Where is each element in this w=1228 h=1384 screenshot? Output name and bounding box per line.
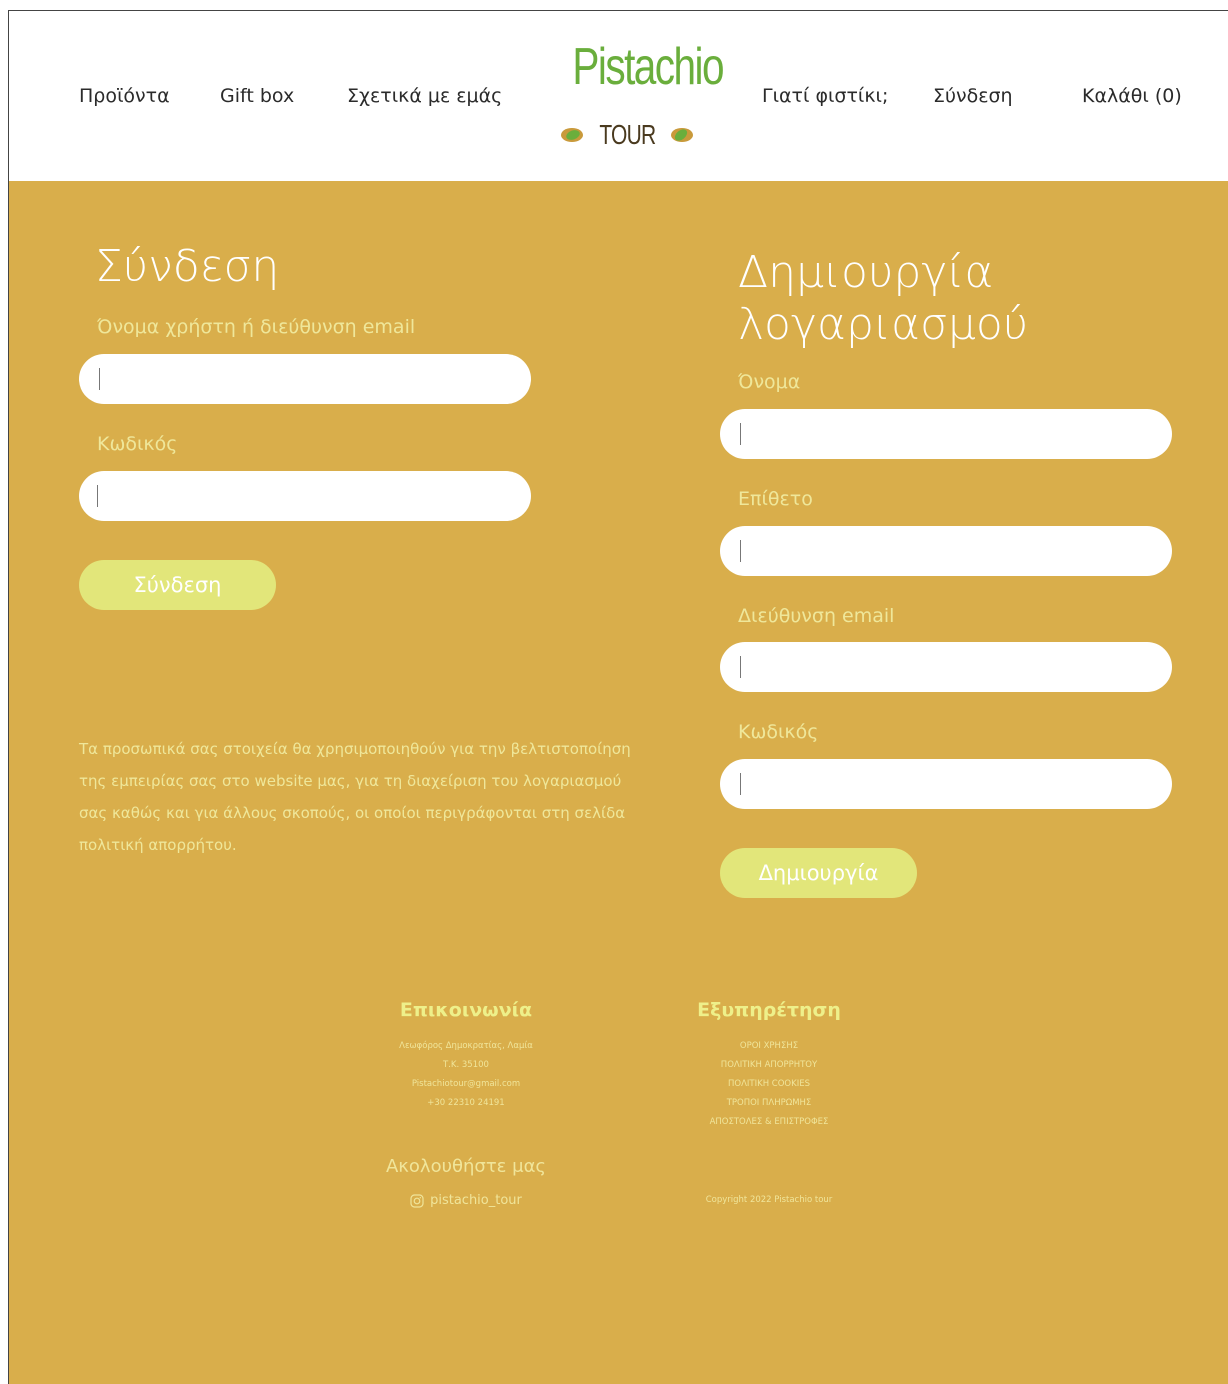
register-password-label: Κωδικός — [738, 721, 819, 743]
email-label: Διεύθυνση email — [738, 605, 895, 627]
instagram-icon — [410, 1193, 424, 1208]
nav-cart[interactable]: Καλάθι (0) — [1082, 85, 1182, 107]
username-input[interactable] — [79, 354, 531, 404]
footer-follow-title: Ακολουθήστε μας — [385, 1156, 546, 1177]
main-content: Σύνδεση Όνομα χρήστη ή διεύθυνση email Κ… — [9, 181, 1228, 1384]
page-frame: Προϊόντα Gift box Σχετικά με εμάς Pistac… — [8, 10, 1228, 1384]
site-logo[interactable]: Pistachio TOUR — [557, 37, 725, 157]
instagram-link[interactable]: pistachio_tour — [366, 1193, 566, 1208]
privacy-notice: Τα προσωπικά σας στοιχεία θα χρησιμοποιη… — [79, 740, 631, 854]
footer-postcode: Τ.Κ. 35100 — [443, 1060, 489, 1070]
register-title-line2: λογαριασμού — [738, 299, 1029, 350]
footer-phone[interactable]: +30 22310 24191 — [366, 1098, 566, 1108]
pistachio-right-icon — [671, 128, 694, 142]
footer-address: Λεωφόρος Δημοκρατίας, Λαμία — [399, 1041, 533, 1051]
login-button[interactable]: Σύνδεση — [79, 560, 276, 610]
footer-terms-link[interactable]: ΟΡΟΙ ΧΡΗΣΗΣ — [669, 1041, 869, 1051]
site-header: Προϊόντα Gift box Σχετικά με εμάς Pistac… — [9, 11, 1228, 181]
password-input[interactable] — [79, 471, 531, 521]
logo-subline: TOUR — [557, 117, 697, 153]
first-name-input[interactable] — [720, 409, 1172, 459]
register-button[interactable]: Δημιουργία — [720, 848, 917, 898]
logo-wordmark: Pistachio — [572, 38, 724, 96]
last-name-label: Επίθετο — [738, 488, 813, 510]
username-label: Όνομα χρήστη ή διεύθυνση email — [97, 316, 416, 338]
logo-tour: TOUR — [598, 119, 656, 150]
last-name-input[interactable] — [720, 526, 1172, 576]
email-input[interactable] — [720, 642, 1172, 692]
nav-products[interactable]: Προϊόντα — [79, 85, 170, 107]
footer-privacy-link[interactable]: ΠΟΛΙΤΙΚΗ ΑΠΟΡΡΗΤΟΥ — [669, 1060, 869, 1070]
footer-contact-title: Επικοινωνία — [399, 999, 533, 1021]
register-title-line1: Δημιουργία — [738, 247, 994, 298]
nav-login[interactable]: Σύνδεση — [933, 85, 1013, 107]
footer-payment-link[interactable]: ΤΡΟΠΟΙ ΠΛΗΡΩΜΗΣ — [669, 1098, 869, 1108]
footer-cookies-link[interactable]: ΠΟΛΙΤΙΚΗ COOKIES — [669, 1079, 869, 1089]
password-label: Κωδικός — [97, 433, 178, 455]
nav-gift-box[interactable]: Gift box — [220, 85, 294, 107]
pistachio-left-icon — [560, 128, 583, 142]
login-title: Σύνδεση — [95, 241, 280, 292]
instagram-handle: pistachio_tour — [430, 1193, 522, 1208]
register-password-input[interactable] — [720, 759, 1172, 809]
copyright: Copyright 2022 Pistachio tour — [705, 1195, 833, 1205]
nav-about[interactable]: Σχετικά με εμάς — [347, 85, 502, 107]
footer-shipping-link[interactable]: ΑΠΟΣΤΟΛΕΣ & ΕΠΙΣΤΡΟΦΕΣ — [669, 1117, 869, 1127]
footer-email[interactable]: Pistachiotour@gmail.com — [366, 1079, 566, 1089]
footer-service-title: Εξυπηρέτηση — [697, 999, 841, 1021]
nav-why-pistachio[interactable]: Γιατί φιστίκι; — [762, 85, 888, 107]
first-name-label: Όνομα — [738, 371, 801, 393]
